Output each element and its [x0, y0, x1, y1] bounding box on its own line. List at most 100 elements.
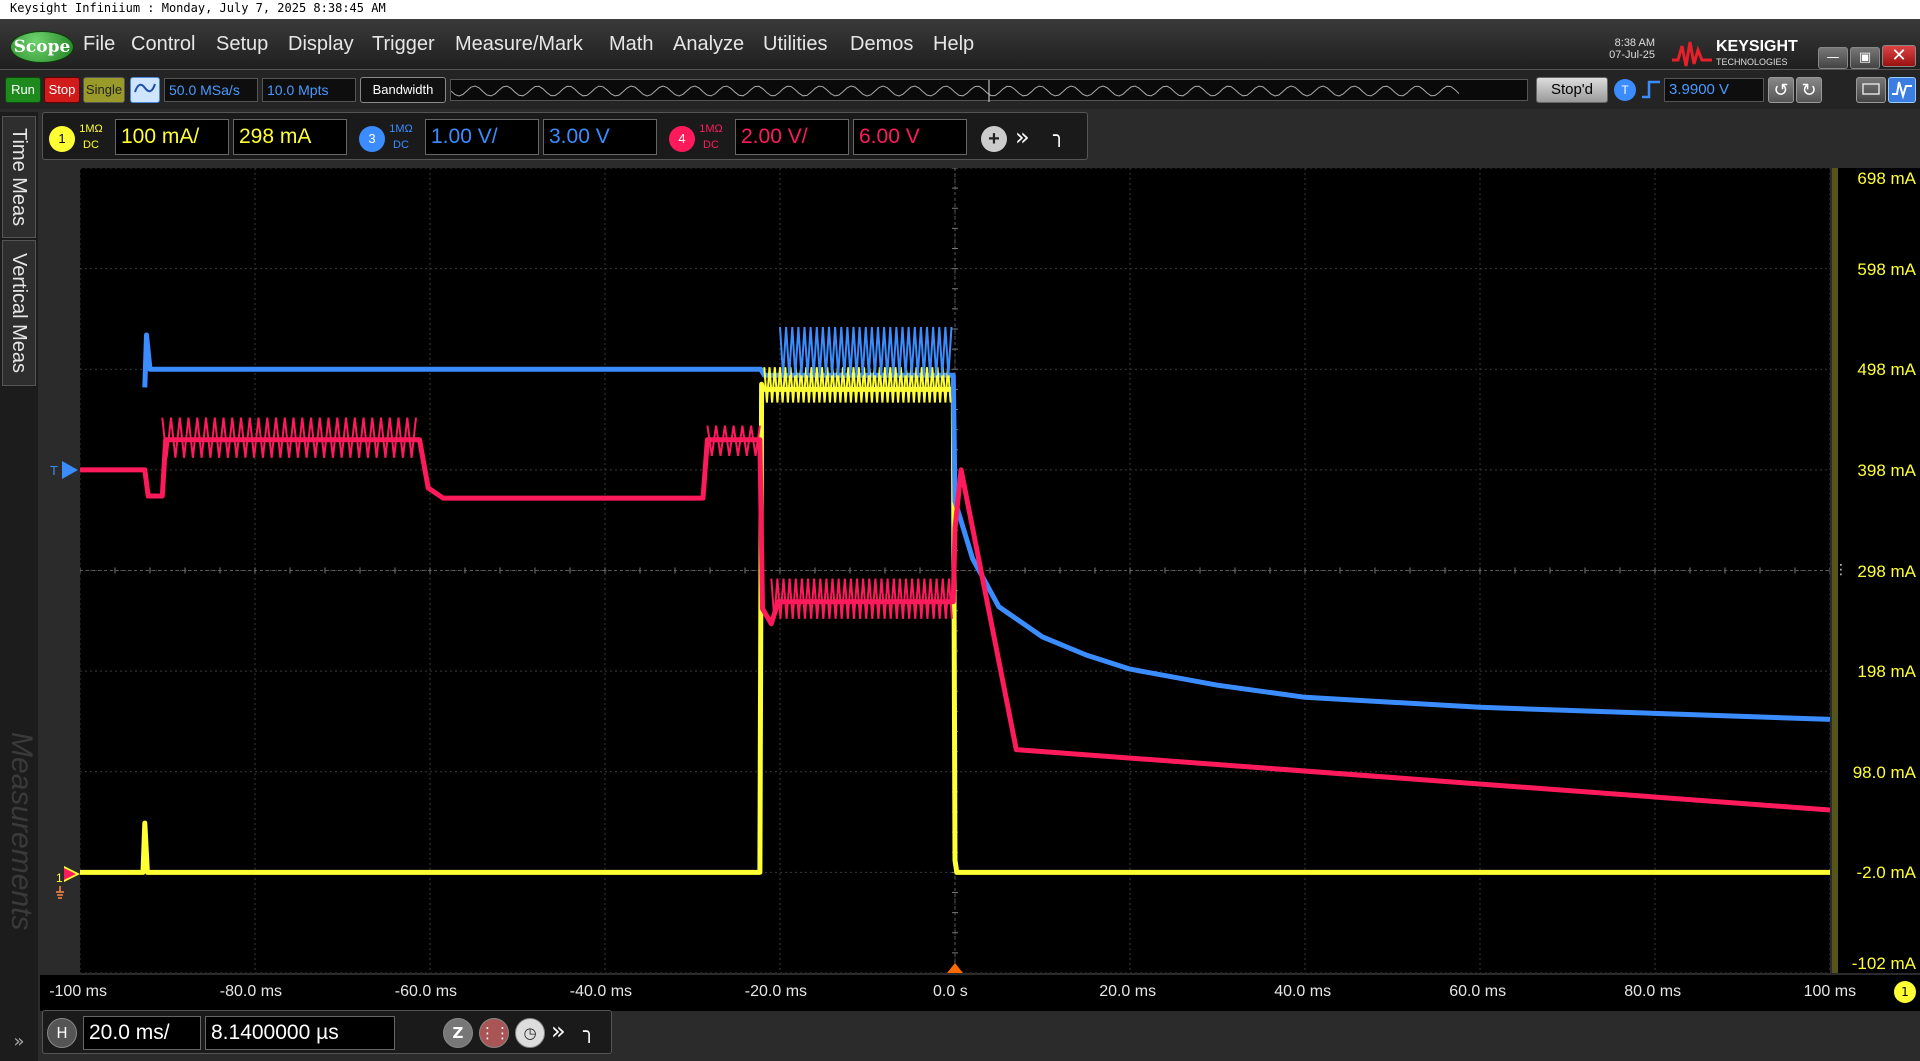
- status-badge: Stop'd: [1536, 77, 1608, 103]
- touch-mode-icon[interactable]: [1888, 77, 1916, 103]
- x-tick-label: -20.0 ms: [744, 983, 808, 1000]
- expand-horizontal-icon[interactable]: »: [551, 1017, 566, 1045]
- clock-reference-icon[interactable]: ◷: [515, 1018, 545, 1048]
- waveform-overview[interactable]: [450, 79, 1528, 102]
- horizontal-badge[interactable]: H: [47, 1018, 77, 1048]
- x-tick-label: -80.0 ms: [219, 983, 283, 1000]
- minimize-icon[interactable]: —: [1818, 47, 1848, 69]
- channel-4-offset[interactable]: 6.00 V: [853, 119, 967, 155]
- channel-4-badge[interactable]: 4: [669, 126, 695, 152]
- menu-measure-mark[interactable]: Measure/Mark: [455, 33, 583, 56]
- channel-3-offset[interactable]: 3.00 V: [543, 119, 657, 155]
- trigger-level-marker[interactable]: T: [48, 455, 80, 485]
- y-tick-label: 298 mA: [1857, 561, 1916, 581]
- y-tick-label: 98.0 mA: [1852, 762, 1916, 782]
- tab-vertical-meas[interactable]: Vertical Meas: [2, 240, 36, 386]
- horizontal-scale[interactable]: 20.0 ms/: [83, 1016, 201, 1050]
- menu-setup[interactable]: Setup: [216, 33, 268, 56]
- channel-4-coupling[interactable]: 1MΩ DC: [699, 121, 723, 153]
- channel-4-oscillation: [770, 578, 953, 619]
- run-button[interactable]: Run: [5, 77, 41, 103]
- menu-help[interactable]: Help: [933, 33, 974, 56]
- y-tick-label: 598 mA: [1857, 259, 1916, 279]
- restore-icon[interactable]: ▣: [1850, 47, 1880, 69]
- channel-1-badge[interactable]: 1: [49, 126, 75, 152]
- channel-bar: 1 1MΩ DC 100 mA/ 298 mA 3 1MΩ DC 1.00 V/ 3…: [42, 112, 1088, 160]
- ground-marker-label: 1: [56, 871, 63, 885]
- channel-3-scale[interactable]: 1.00 V/: [425, 119, 539, 155]
- window-controls: — ▣ ✕: [1816, 45, 1916, 69]
- menu-math[interactable]: Math: [609, 33, 653, 56]
- add-channel-icon[interactable]: +: [981, 126, 1007, 152]
- bandwidth-button[interactable]: Bandwidth: [360, 77, 446, 103]
- menu-analyze[interactable]: Analyze: [673, 33, 744, 56]
- x-tick-label: 80.0 ms: [1624, 983, 1682, 1000]
- trigger-position-marker[interactable]: [947, 963, 963, 973]
- channel-1-offset[interactable]: 298 mA: [233, 119, 347, 155]
- autoscale-icon[interactable]: [130, 77, 160, 103]
- axis-drag-handle-icon[interactable]: ⋮: [1834, 562, 1848, 578]
- close-icon[interactable]: ✕: [1882, 45, 1916, 67]
- channel-1-scale[interactable]: 100 mA/: [115, 119, 229, 155]
- horizontal-bar: H 20.0 ms/ 8.1400000 µs Z ⋮⋮ ◷ » ╮: [42, 1010, 612, 1054]
- x-tick-label: 40.0 ms: [1274, 983, 1332, 1000]
- x-tick-label: 60.0 ms: [1449, 983, 1507, 1000]
- channel-1-coupling[interactable]: 1MΩ DC: [79, 121, 103, 153]
- stop-button[interactable]: Stop: [44, 77, 80, 103]
- y-tick-label: 498 mA: [1857, 360, 1916, 380]
- window-layout-icon[interactable]: [1856, 77, 1886, 103]
- channel-3-coupling[interactable]: 1MΩ DC: [389, 121, 413, 153]
- channel-4-impedance: 1MΩ: [699, 123, 723, 135]
- brand-name: KEYSIGHT: [1716, 38, 1798, 55]
- channel-1-impedance: 1MΩ: [79, 123, 103, 135]
- menu-file[interactable]: File: [83, 33, 115, 56]
- undo-icon[interactable]: ↺: [1768, 77, 1794, 103]
- horizontal-position[interactable]: 8.1400000 µs: [205, 1016, 395, 1050]
- menu-bar: Scope File Control Setup Display Trigger…: [0, 19, 1920, 69]
- channel-1-coupling-mode: DC: [83, 139, 99, 151]
- channel-4-scale[interactable]: 2.00 V/: [735, 119, 849, 155]
- right-y-axis: 698 mA 598 mA 498 mA 398 mA 298 mA 198 mA 98.0…: [1832, 168, 1920, 973]
- clock-date: 07-Jul-25: [1609, 49, 1655, 61]
- keysight-wave-icon: [1672, 41, 1712, 67]
- pin-icon[interactable]: ╮: [1053, 123, 1065, 147]
- memory-depth[interactable]: 10.0 Mpts: [262, 78, 356, 102]
- collapse-panel-icon[interactable]: »: [0, 1027, 38, 1061]
- x-tick-label: 0.0 s: [933, 983, 968, 1000]
- trigger-marker-label: T: [50, 463, 58, 478]
- menu-control[interactable]: Control: [131, 33, 195, 56]
- sample-rate[interactable]: 50.0 MSa/s: [164, 78, 258, 102]
- side-tabs: Time Meas Vertical Meas Measurements: [0, 112, 38, 1027]
- trigger-level[interactable]: 3.9900 V: [1664, 78, 1764, 102]
- channel-3-badge[interactable]: 3: [359, 126, 385, 152]
- acquisition-toolbar: Run Stop Single 50.0 MSa/s 10.0 Mpts Ban…: [0, 69, 1920, 109]
- menu-display[interactable]: Display: [288, 33, 354, 56]
- scope-button[interactable]: Scope: [10, 31, 74, 63]
- rising-edge-icon[interactable]: [1640, 77, 1662, 103]
- brand-sub: TECHNOLOGIES: [1716, 57, 1788, 67]
- window-title: Keysight Infiniium : Monday, July 7, 202…: [0, 0, 1920, 19]
- menu-demos[interactable]: Demos: [850, 33, 913, 56]
- expand-icon[interactable]: »: [1015, 123, 1030, 151]
- y-tick-label: 698 mA: [1857, 169, 1916, 188]
- channel-3-impedance: 1MΩ: [389, 123, 413, 135]
- horizontal-pin-icon[interactable]: ╮: [583, 1019, 595, 1043]
- zoom-icon[interactable]: Z: [443, 1018, 473, 1048]
- ground-marker-icon[interactable]: 1: [56, 862, 82, 902]
- x-tick-label: -60.0 ms: [394, 983, 458, 1000]
- clock-time: 8:38 AM: [1614, 37, 1655, 49]
- channel-3-trace[interactable]: [142, 332, 1831, 722]
- redo-icon[interactable]: ↻: [1796, 77, 1822, 103]
- y-tick-label: 398 mA: [1857, 460, 1916, 480]
- single-button[interactable]: Single: [83, 77, 125, 103]
- waveform-plot: [79, 167, 1831, 974]
- waveform-display[interactable]: [79, 167, 1831, 974]
- menu-trigger[interactable]: Trigger: [372, 33, 435, 56]
- segmented-icon[interactable]: ⋮⋮: [479, 1018, 510, 1048]
- channel-3-coupling-mode: DC: [393, 139, 409, 151]
- menu-utilities[interactable]: Utilities: [763, 33, 827, 56]
- tab-time-meas[interactable]: Time Meas: [2, 116, 36, 238]
- x-tick-label: -40.0 ms: [569, 983, 633, 1000]
- channel-1-indicator[interactable]: 1: [1894, 981, 1916, 1003]
- measurements-panel-label[interactable]: Measurements: [4, 732, 38, 930]
